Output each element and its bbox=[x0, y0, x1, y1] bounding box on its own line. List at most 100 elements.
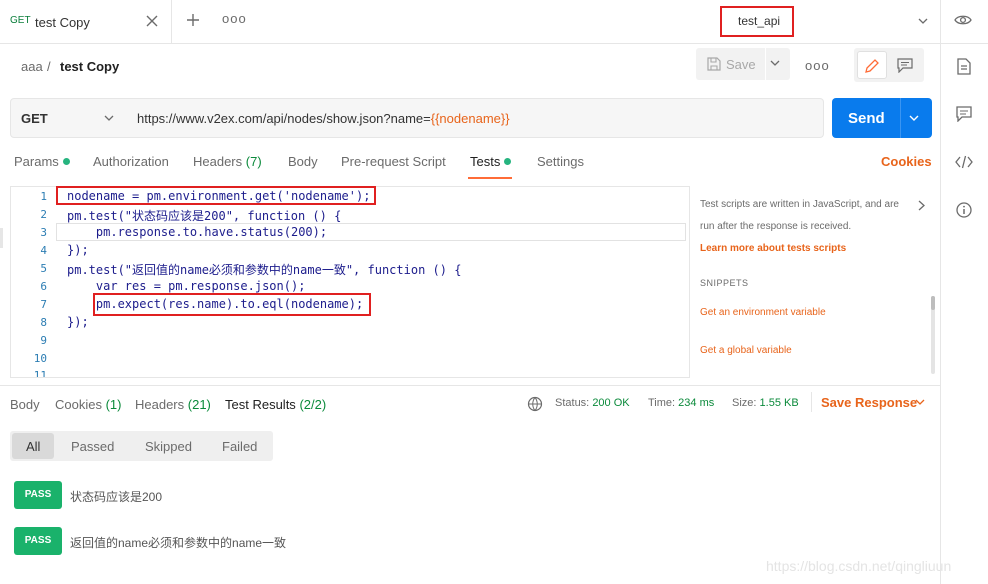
code-line[interactable]: pm.test("返回值的name必须和参数中的name一致", functio… bbox=[67, 261, 461, 278]
line-number: 5 bbox=[40, 262, 47, 275]
snippet-item[interactable]: Get a global variable bbox=[700, 345, 792, 356]
tab-tests[interactable]: Tests bbox=[470, 154, 512, 169]
panel-resize-handle[interactable] bbox=[0, 228, 3, 248]
time-label: Time: bbox=[648, 397, 676, 409]
pencil-icon bbox=[864, 58, 880, 74]
tab-label: Tests bbox=[470, 154, 501, 169]
learn-more-link[interactable]: Learn more about tests scripts bbox=[700, 243, 846, 254]
size-value: 1.55 KB bbox=[759, 397, 799, 409]
method-label: GET bbox=[21, 111, 48, 126]
tab-label: Headers bbox=[135, 397, 185, 412]
line-number: 1 bbox=[40, 190, 47, 203]
documentation-icon[interactable] bbox=[957, 58, 971, 75]
response-tab-headers[interactable]: Headers (21) bbox=[135, 397, 211, 412]
line-number: 2 bbox=[40, 208, 47, 221]
globe-icon[interactable] bbox=[527, 396, 543, 412]
comment-mode-icon[interactable] bbox=[897, 58, 913, 73]
comments-icon[interactable] bbox=[956, 106, 972, 122]
more-tabs-icon[interactable]: ooo bbox=[222, 11, 247, 26]
tab-label: Body bbox=[10, 397, 40, 412]
send-divider bbox=[900, 98, 901, 138]
breadcrumb-request[interactable]: test Copy bbox=[60, 59, 119, 74]
tab-count: (21) bbox=[187, 397, 211, 412]
url-text[interactable]: https://www.v2ex.com/api/nodes/show.json… bbox=[137, 111, 510, 126]
code-line[interactable]: pm.test("状态码应该是200", function () { bbox=[67, 207, 341, 224]
response-tab-body[interactable]: Body bbox=[10, 397, 40, 412]
tab-label: Headers bbox=[193, 154, 243, 169]
snippets-description-text: Test scripts are written in JavaScript, … bbox=[700, 199, 899, 232]
time-value: 234 ms bbox=[678, 397, 715, 409]
tab-settings[interactable]: Settings bbox=[537, 154, 584, 169]
url-variable: {{nodename}} bbox=[430, 111, 510, 126]
line-number: 7 bbox=[40, 298, 47, 311]
filter-failed[interactable]: Failed bbox=[222, 439, 257, 454]
code-line[interactable]: }); bbox=[67, 315, 89, 329]
time-readout: Time: 234 ms bbox=[648, 397, 714, 409]
save-icon bbox=[707, 57, 721, 71]
chevron-down-icon[interactable] bbox=[770, 60, 780, 66]
tab-title[interactable]: test Copy bbox=[35, 15, 90, 30]
size-readout: Size: 1.55 KB bbox=[732, 397, 799, 409]
save-label: Save bbox=[726, 57, 756, 72]
test-result-name: 状态码应该是200 bbox=[70, 490, 163, 504]
tab-headers[interactable]: Headers (7) bbox=[193, 154, 262, 169]
snippet-item[interactable]: Get an environment variable bbox=[700, 307, 826, 318]
chevron-down-icon[interactable] bbox=[909, 115, 919, 121]
tab-label: Body bbox=[288, 154, 318, 169]
line-number: 4 bbox=[40, 244, 47, 257]
snippets-description: Test scripts are written in JavaScript, … bbox=[700, 194, 910, 260]
line-number: 6 bbox=[40, 280, 47, 293]
status-dot bbox=[62, 158, 70, 165]
environment-name: test_api bbox=[738, 14, 781, 28]
response-tab-test-results[interactable]: Test Results (2/2) bbox=[225, 397, 326, 412]
response-divider bbox=[0, 385, 940, 386]
status-label: Status: bbox=[555, 397, 590, 409]
info-icon[interactable] bbox=[956, 202, 972, 218]
pass-badge: PASS bbox=[14, 527, 62, 555]
tab-method-label: GET bbox=[10, 15, 31, 26]
chevron-down-icon[interactable] bbox=[915, 399, 925, 405]
chevron-down-icon[interactable] bbox=[918, 18, 928, 24]
tab-pre-request-script[interactable]: Pre-request Script bbox=[341, 154, 446, 169]
code-line[interactable]: pm.response.to.have.status(200); bbox=[67, 225, 327, 239]
code-line[interactable]: var res = pm.response.json(); bbox=[67, 279, 306, 293]
line-number-gutter: 1 2 3 4 5 6 7 8 9 10 11 bbox=[11, 187, 55, 377]
url-prefix: https://www.v2ex.com/api/nodes/show.json… bbox=[137, 111, 431, 126]
eye-icon[interactable] bbox=[954, 13, 972, 27]
add-tab-icon[interactable] bbox=[186, 13, 200, 27]
snippets-heading: SNIPPETS bbox=[700, 278, 749, 288]
chevron-right-icon[interactable] bbox=[918, 200, 925, 211]
response-tab-cookies[interactable]: Cookies (1) bbox=[55, 397, 121, 412]
tab-label: Test Results bbox=[225, 397, 296, 412]
breadcrumb-collection[interactable]: aaa bbox=[21, 59, 43, 74]
tab-count: (7) bbox=[245, 154, 262, 169]
filter-skipped[interactable]: Skipped bbox=[145, 439, 192, 454]
line-number: 11 bbox=[33, 369, 47, 377]
cookies-link[interactable]: Cookies bbox=[881, 154, 932, 169]
code-icon[interactable] bbox=[955, 155, 973, 169]
line-number: 3 bbox=[40, 226, 47, 239]
snippets-scrollbar-thumb[interactable] bbox=[931, 296, 935, 310]
close-icon[interactable] bbox=[146, 15, 158, 27]
watermark: https://blog.csdn.net/qingliuun bbox=[766, 558, 952, 574]
tab-count: (2/2) bbox=[299, 397, 327, 412]
annotation-highlight-box bbox=[93, 293, 371, 316]
filter-all-label[interactable]: All bbox=[26, 439, 40, 454]
code-line[interactable]: }); bbox=[67, 243, 89, 257]
tab-body[interactable]: Body bbox=[288, 154, 318, 169]
status-divider bbox=[811, 392, 812, 412]
tab-authorization[interactable]: Authorization bbox=[93, 154, 169, 169]
tab-label: Params bbox=[14, 154, 59, 169]
tab-params[interactable]: Params bbox=[14, 154, 70, 169]
breadcrumb-separator: / bbox=[47, 59, 51, 74]
chevron-down-icon[interactable] bbox=[104, 115, 114, 121]
size-label: Size: bbox=[732, 397, 757, 409]
filter-passed[interactable]: Passed bbox=[71, 439, 114, 454]
tab-label: Pre-request Script bbox=[341, 154, 446, 169]
status-readout: Status: 200 OK bbox=[555, 397, 630, 409]
tab-label: Cookies bbox=[55, 397, 102, 412]
active-tab-indicator bbox=[468, 177, 512, 179]
status-dot bbox=[504, 158, 512, 165]
save-response-button[interactable]: Save Response bbox=[821, 395, 917, 410]
more-actions-icon[interactable]: ooo bbox=[805, 58, 830, 73]
